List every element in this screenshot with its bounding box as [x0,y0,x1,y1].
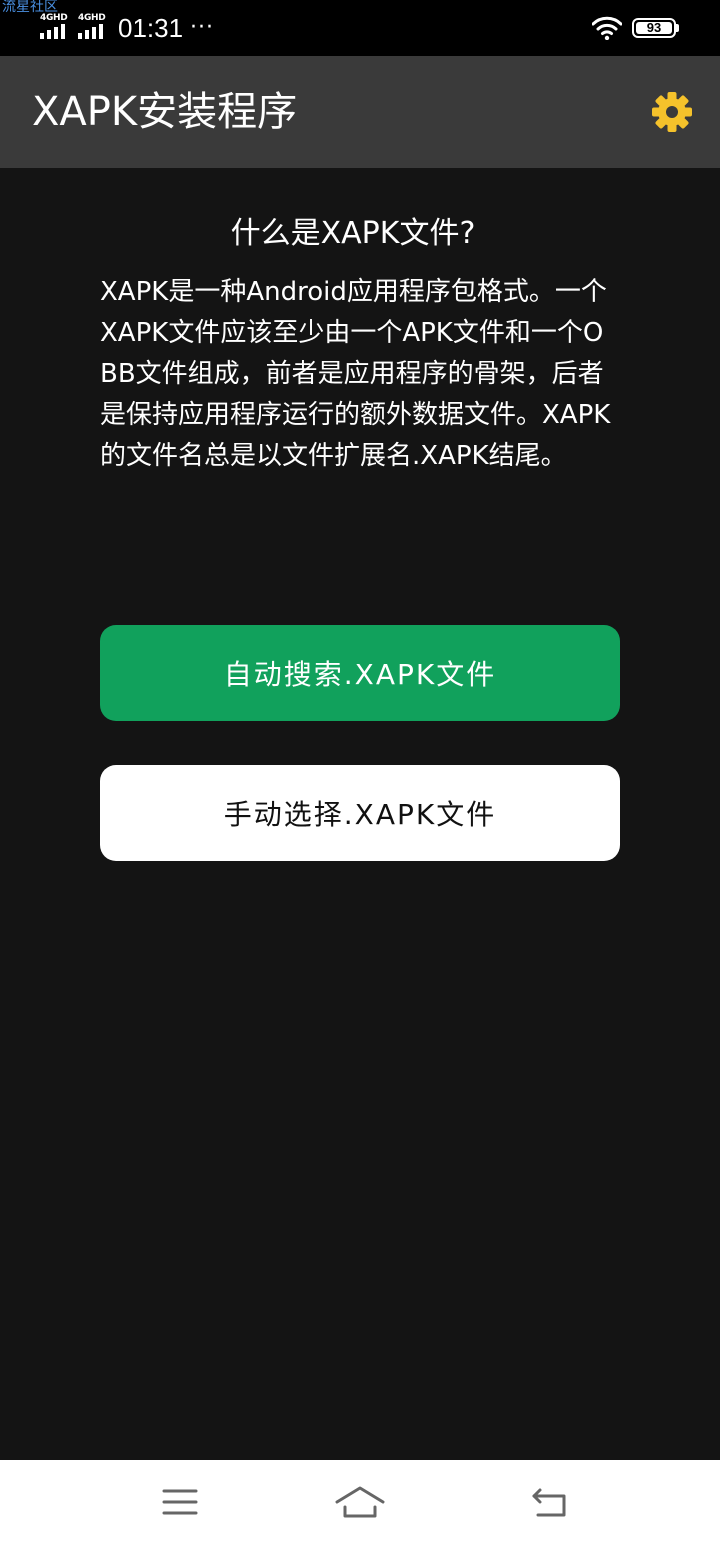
app-title: XAPK安装程序 [32,89,298,135]
home-icon [335,1486,385,1518]
section-heading: 什么是XAPK文件? [230,216,476,251]
status-time: 01:31 [118,13,184,43]
back-button[interactable] [522,1478,578,1526]
back-icon [532,1488,566,1517]
more-notifications-icon: ··· [190,15,214,40]
battery-tip [676,24,679,32]
menu-button[interactable] [152,1478,208,1526]
navigation-bar [0,1460,720,1544]
wifi-icon [592,16,622,40]
watermark-text: 流星社区 [2,0,58,15]
battery-icon: 93 [632,18,676,38]
main-content: 什么是XAPK文件? XAPK是一种Android应用程序包格式。一个XAPK文… [0,168,720,1460]
signal-icon: 4GHD [38,13,70,39]
manual-select-button[interactable]: 手动选择.XAPK文件 [100,765,620,861]
auto-search-button-label: 自动搜索.XAPK文件 [223,658,497,691]
status-bar: 流星社区 4GHD 4GHD 01:31 ··· 93 [0,0,720,56]
signal-icon-2: 4GHD [76,13,108,39]
network-type-label-2: 4GHD [78,13,106,23]
manual-select-button-label: 手动选择.XAPK文件 [223,798,497,831]
app-bar: XAPK安装程序 [0,56,720,168]
home-button[interactable] [332,1478,388,1526]
gear-icon[interactable] [648,88,696,136]
description-text: XAPK是一种Android应用程序包格式。一个XAPK文件应该至少由一个APK… [100,277,611,471]
auto-search-button[interactable]: 自动搜索.XAPK文件 [100,625,620,721]
menu-icon [162,1489,198,1515]
battery-level: 93 [636,21,672,34]
